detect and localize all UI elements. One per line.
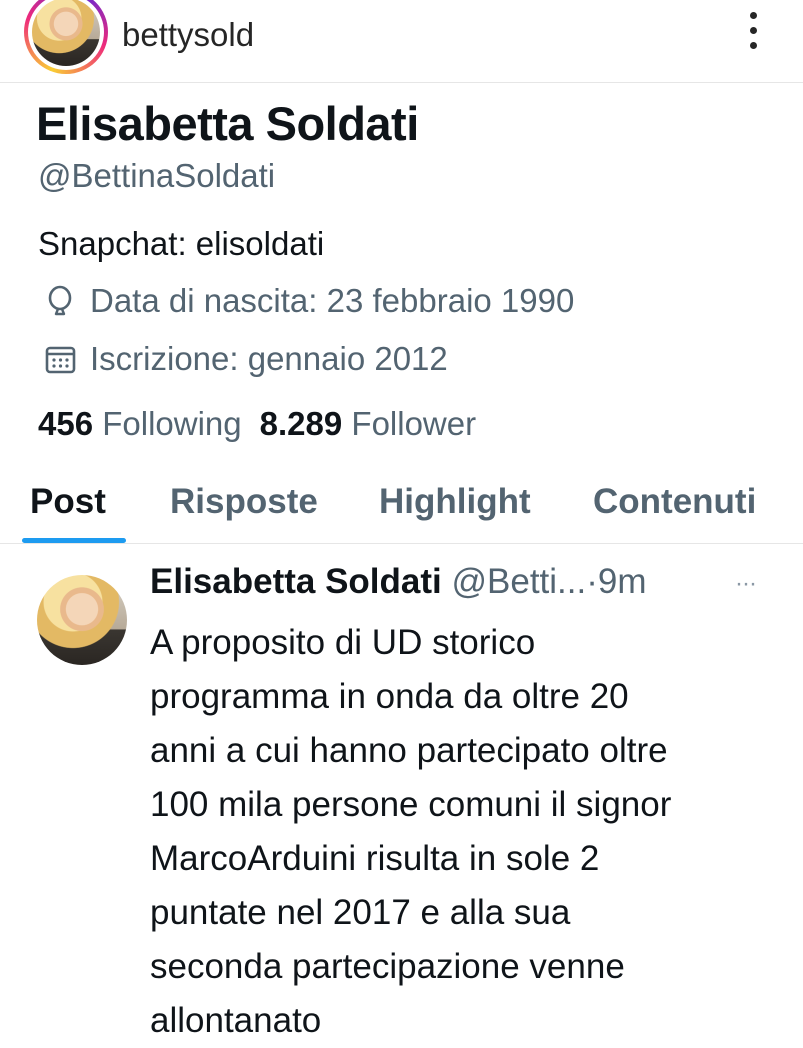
follower-label: Follower [351, 405, 477, 442]
header-username[interactable]: bettysold [122, 16, 254, 54]
app-header: bettysold [0, 0, 803, 82]
profile-tabs: Post Risposte Highlight Contenuti [0, 474, 803, 544]
follow-stats: 456 Following 8.289 Follower [38, 405, 476, 443]
following-count: 456 [38, 405, 94, 442]
post-author-name[interactable]: Elisabetta Soldati [150, 562, 442, 601]
tab-highlight[interactable]: Highlight [379, 482, 531, 522]
post-text-line: programma in onda da oltre 20 [150, 677, 629, 716]
joined-text: Iscrizione: gennaio 2012 [90, 340, 448, 377]
profile-display-name: Elisabetta Soldati [36, 97, 419, 150]
more-vertical-icon[interactable] [738, 8, 768, 54]
tab-risposte[interactable]: Risposte [170, 482, 318, 522]
post-text-line: MarcoArduini risulta in sole 2 [150, 839, 600, 878]
joined-row: Iscrizione: gennaio 2012 [44, 340, 448, 378]
calendar-icon [44, 342, 78, 376]
post-text-line: 100 mila persone comuni il signor [150, 785, 672, 824]
post-text-line: A proposito di UD storico [150, 623, 536, 662]
follower-count: 8.289 [259, 405, 343, 442]
post-header: Elisabetta Soldati @Betti...·9m [150, 562, 647, 602]
birth-date-text: Data di nascita: 23 febbraio 1990 [90, 282, 575, 319]
birth-date-row: Data di nascita: 23 febbraio 1990 [44, 282, 574, 320]
post-author-handle[interactable]: @Betti... [451, 562, 586, 601]
profile-bio: Snapchat: elisoldati [38, 225, 325, 262]
tabs-divider [0, 543, 803, 544]
post-text-line: anni a cui hanno partecipato oltre [150, 731, 668, 770]
balloon-icon [44, 284, 78, 318]
avatar [32, 0, 100, 66]
post-text: A proposito di UD storico programma in o… [150, 616, 780, 1048]
profile-handle: @BettinaSoldati [38, 157, 276, 194]
post-text-line: seconda partecipazione venne [150, 947, 625, 986]
post-separator: · [586, 562, 598, 601]
post-avatar[interactable] [37, 575, 127, 665]
post-text-line: allontanato [150, 1001, 322, 1040]
tab-contenuti[interactable]: Contenuti [593, 482, 756, 522]
following-link[interactable]: 456 Following [38, 405, 242, 442]
avatar-frame [28, 0, 104, 70]
following-label: Following [102, 405, 242, 442]
header-divider [0, 82, 803, 83]
tab-post[interactable]: Post [30, 482, 106, 522]
post-text-line: puntate nel 2017 e alla sua [150, 893, 571, 932]
story-avatar[interactable] [24, 0, 108, 74]
more-horizontal-icon[interactable]: ··· [735, 570, 757, 598]
post-time[interactable]: 9m [598, 562, 647, 601]
follower-link[interactable]: 8.289 Follower [260, 405, 476, 442]
